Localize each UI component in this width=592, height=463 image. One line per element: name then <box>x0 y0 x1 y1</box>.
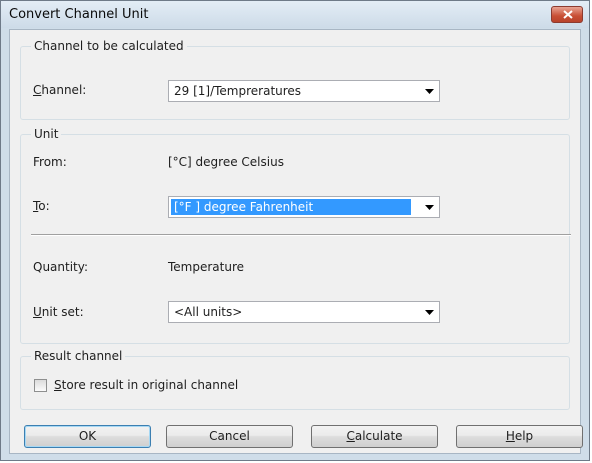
cancel-button[interactable]: Cancel <box>166 425 293 448</box>
channel-dropdown-value: 29 [1]/Tempreratures <box>174 84 302 98</box>
chevron-down-icon <box>425 205 434 210</box>
from-label: From: <box>33 155 67 169</box>
ok-button[interactable]: OK <box>24 425 151 448</box>
channel-group-legend: Channel to be calculated <box>31 39 187 53</box>
from-value: [°C] degree Celsius <box>168 155 284 169</box>
help-button[interactable]: Help <box>456 425 583 448</box>
chevron-down-icon <box>425 89 434 94</box>
to-label: To: <box>33 199 50 213</box>
unit-group-legend: Unit <box>31 127 62 141</box>
channel-dropdown[interactable]: 29 [1]/Tempreratures <box>168 80 440 102</box>
channel-group: Channel to be calculated Channel: 29 [1]… <box>20 39 570 120</box>
result-group-legend: Result channel <box>31 349 126 363</box>
unit-set-dropdown-value: <All units> <box>174 305 243 319</box>
unit-group: Unit From: [°C] degree Celsius To: [°F ]… <box>20 127 571 344</box>
close-x-icon <box>563 10 573 19</box>
calculate-button[interactable]: Calculate <box>311 425 438 448</box>
to-unit-dropdown-value: [°F ] degree Fahrenheit <box>174 200 314 214</box>
quantity-value: Temperature <box>168 260 245 274</box>
title-bar: Convert Channel Unit <box>1 1 589 28</box>
channel-label: Channel: <box>33 83 87 97</box>
quantity-label: Quantity: <box>33 260 89 274</box>
convert-channel-unit-dialog: Convert Channel Unit Channel to be calcu… <box>0 0 590 461</box>
result-channel-group: Result channel Store result in original … <box>20 349 570 410</box>
unit-set-dropdown[interactable]: <All units> <box>168 301 440 323</box>
store-result-label[interactable]: Store result in original channel <box>54 378 238 392</box>
chevron-down-icon <box>425 310 434 315</box>
close-button[interactable] <box>551 6 583 23</box>
to-unit-dropdown[interactable]: [°F ] degree Fahrenheit <box>168 196 440 218</box>
separator <box>31 234 571 236</box>
unit-set-label: Unit set: <box>33 305 84 319</box>
dialog-body: Channel to be calculated Channel: 29 [1]… <box>9 29 583 454</box>
store-result-checkbox[interactable] <box>34 379 47 392</box>
window-title: Convert Channel Unit <box>9 7 149 22</box>
to-unit-selection-highlight: [°F ] degree Fahrenheit <box>171 199 411 215</box>
